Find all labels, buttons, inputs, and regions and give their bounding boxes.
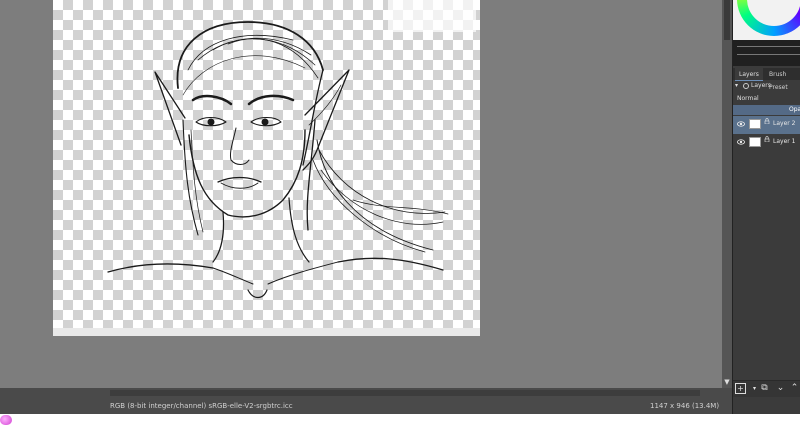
drawing-canvas[interactable] — [53, 0, 480, 336]
color-history-strip[interactable] — [733, 40, 800, 66]
elf-sketch — [107, 21, 449, 299]
layer-thumbnail — [749, 137, 761, 147]
horizontal-scrollbar[interactable] — [0, 388, 732, 398]
image-size-readout[interactable]: 1147 x 946 (13.4M) — [650, 398, 719, 414]
layer-item[interactable]: Layer 2 — [733, 116, 800, 134]
layers-list-empty-area[interactable] — [733, 152, 800, 380]
divider — [737, 46, 800, 47]
opacity-slider[interactable]: Opa — [733, 105, 800, 115]
layer-filter-icon[interactable] — [743, 83, 749, 89]
right-dock: Layers Brush Preset ▾ Layers Normal Opa … — [732, 0, 800, 414]
vertical-scrollbar[interactable]: ▼ — [722, 0, 732, 388]
layer-name[interactable]: Layer 1 — [773, 138, 795, 146]
scroll-down-arrow-icon[interactable]: ▼ — [723, 378, 731, 386]
layers-header: ▾ Layers — [733, 80, 800, 92]
color-selector[interactable] — [733, 0, 800, 40]
divider — [737, 54, 800, 55]
blend-mode-value: Normal — [737, 95, 759, 102]
plus-icon[interactable]: + — [735, 383, 746, 394]
lock-icon[interactable] — [764, 118, 770, 124]
docker-tab-bar: Layers Brush Preset — [733, 68, 800, 91]
blend-mode-select[interactable]: Normal — [733, 93, 800, 104]
lock-icon[interactable] — [764, 136, 770, 142]
krita-app-icon[interactable] — [0, 415, 12, 425]
tab-brush-presets[interactable]: Brush Preset — [765, 68, 800, 91]
layer-name[interactable]: Layer 2 — [773, 120, 795, 128]
status-bar: RGB (8-bit integer/channel) sRGB-elle-V2… — [0, 398, 732, 414]
collapse-caret-icon[interactable]: ▾ — [735, 80, 738, 92]
canvas-workspace[interactable] — [0, 0, 722, 388]
layers-toolbar: + ▾ ⧉ ⌄ ⌃ — [733, 380, 800, 397]
chevron-down-icon[interactable]: ⌄ — [775, 383, 786, 394]
os-taskbar — [0, 414, 800, 426]
vertical-scrollbar-thumb[interactable] — [724, 0, 730, 40]
layer-thumbnail — [749, 119, 761, 129]
color-profile-readout: RGB (8-bit integer/channel) sRGB-elle-V2… — [110, 402, 293, 410]
duplicate-icon[interactable]: ⧉ — [759, 383, 770, 394]
opacity-label: Opa — [789, 106, 800, 113]
chevron-up-icon[interactable]: ⌃ — [789, 383, 800, 394]
canvas-bottom-strip — [53, 328, 480, 336]
eye-icon[interactable] — [737, 121, 745, 127]
layer-item[interactable]: Layer 1 — [733, 134, 800, 152]
horizontal-scrollbar-thumb[interactable] — [110, 390, 700, 396]
eye-icon[interactable] — [737, 139, 745, 145]
layers-title: Layers — [751, 82, 771, 89]
